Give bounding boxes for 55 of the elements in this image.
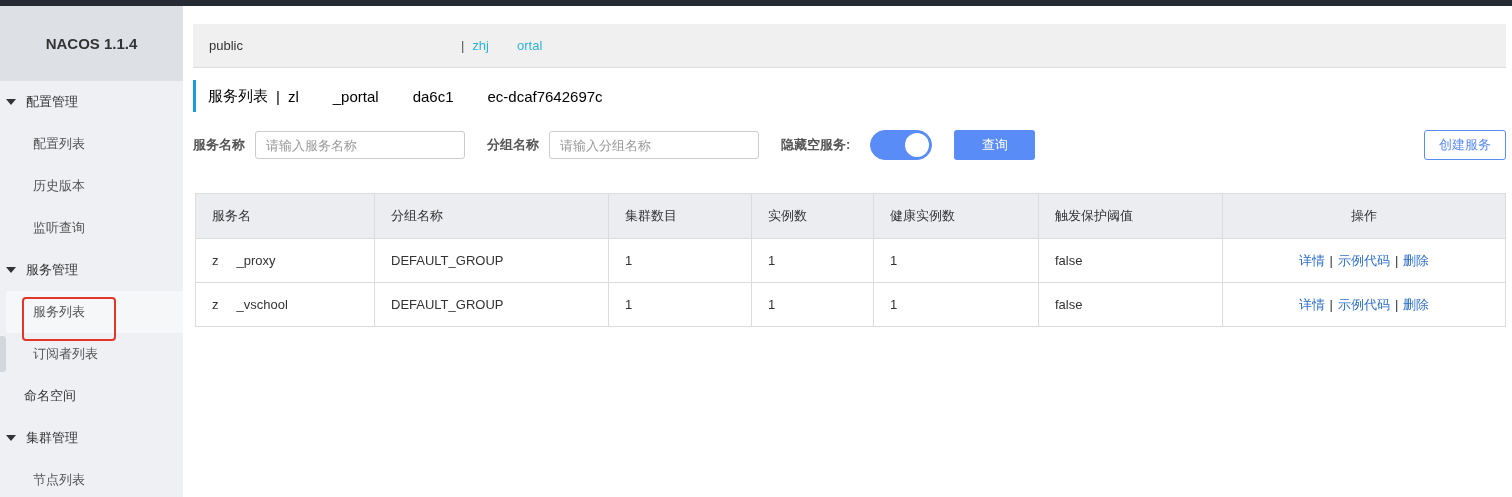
- page-title: 服务列表: [208, 86, 268, 106]
- column-header: 集群数目: [608, 193, 752, 239]
- group-name-field[interactable]: 请输入分组名称: [549, 131, 759, 159]
- table-cell: false: [1038, 282, 1223, 327]
- table-cell: 1: [608, 282, 752, 327]
- menu-item[interactable]: 历史版本: [6, 165, 183, 207]
- action-link[interactable]: 示例代码: [1338, 296, 1390, 312]
- separator: |: [1395, 252, 1399, 268]
- toggle-switch[interactable]: [870, 130, 933, 160]
- menu-group[interactable]: 服务管理: [0, 249, 183, 291]
- table-cell: 1: [751, 238, 874, 283]
- action-link[interactable]: 示例代码: [1338, 252, 1390, 268]
- separator: |: [1329, 252, 1333, 268]
- action-link[interactable]: 详情: [1298, 296, 1325, 312]
- table-cell: 1: [608, 238, 752, 283]
- column-header: 健康实例数: [873, 193, 1039, 239]
- table-cell: 1: [751, 282, 874, 327]
- namespace-id: da6c1: [412, 87, 454, 105]
- menu-item[interactable]: 订阅者列表: [6, 333, 183, 375]
- table-cell: 1: [873, 238, 1039, 283]
- action-link[interactable]: 删除: [1403, 296, 1430, 312]
- menu-item[interactable]: 节点列表: [6, 459, 183, 497]
- menu-group[interactable]: 集群管理: [0, 417, 183, 459]
- namespace-id: ec-dcaf7642697c: [487, 87, 603, 105]
- table-cell: z _vschool: [212, 297, 288, 312]
- separator: |: [460, 38, 465, 53]
- namespace-link[interactable]: public: [209, 38, 243, 53]
- menu-group[interactable]: 配置管理: [0, 81, 183, 123]
- separator: |: [1395, 296, 1399, 312]
- field-label: 隐藏空服务:: [781, 136, 851, 154]
- app-title: NACOS 1.1.4: [0, 6, 183, 81]
- table-cell: false: [1038, 238, 1223, 283]
- field-label: 分组名称: [487, 136, 539, 154]
- separator: |: [276, 87, 280, 105]
- namespace-id: zl: [287, 87, 299, 105]
- action-link[interactable]: 删除: [1403, 252, 1430, 268]
- separator: |: [1329, 296, 1333, 312]
- action-link[interactable]: 详情: [1298, 252, 1325, 268]
- collapse-handle[interactable]: [0, 336, 6, 372]
- column-header: 触发保护阈值: [1038, 193, 1223, 239]
- table-cell: DEFAULT_GROUP: [374, 282, 609, 327]
- column-header: 服务名: [195, 193, 375, 239]
- menu-item[interactable]: 监听查询: [6, 207, 183, 249]
- menu-item[interactable]: 命名空间: [0, 375, 183, 417]
- field-label: 服务名称: [193, 136, 245, 154]
- menu-item[interactable]: 配置列表: [6, 123, 183, 165]
- table-cell: z _proxy: [212, 253, 276, 268]
- namespace-id: _portal: [332, 87, 379, 105]
- table-cell: DEFAULT_GROUP: [374, 238, 609, 283]
- table-cell: 1: [873, 282, 1039, 327]
- column-header: 分组名称: [374, 193, 609, 239]
- menu-item[interactable]: 服务列表: [6, 291, 183, 333]
- column-header: 实例数: [751, 193, 874, 239]
- service-name-field[interactable]: 请输入服务名称: [255, 131, 465, 159]
- column-header: 操作: [1222, 193, 1506, 239]
